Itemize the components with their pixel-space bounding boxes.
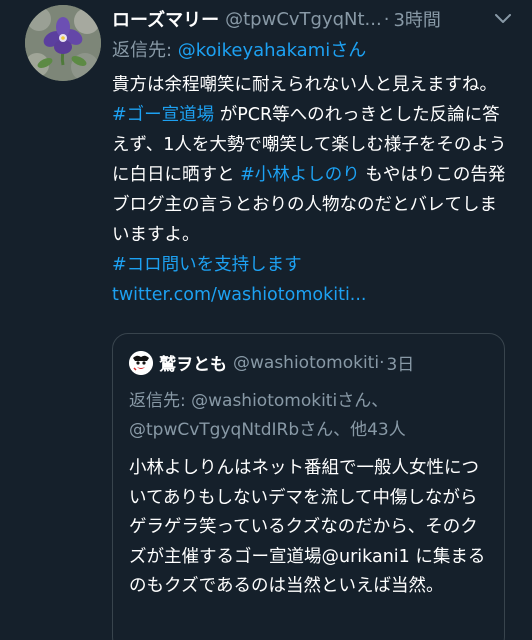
hashtag-link[interactable]: #コロ問いを支持します <box>112 255 302 275</box>
separator-dot: · <box>379 352 385 373</box>
quoted-display-name[interactable]: 鷲ヲとも <box>159 350 227 375</box>
quoted-tweet[interactable]: 鷲ヲとも @washiotomokiti · 3日 返信先: @washioto… <box>112 333 505 640</box>
reply-suffix: さん <box>330 40 367 61</box>
tweet-header: ローズマリー @tpwCvTgyqNt... · 3時間 <box>112 6 522 32</box>
reply-to-handle-link[interactable]: @koikeyahakami <box>178 40 330 61</box>
hashtag-link[interactable]: #小林よしのり <box>240 165 360 185</box>
timestamp[interactable]: 3時間 <box>393 6 440 32</box>
reply-prefix: 返信先: <box>112 40 178 61</box>
quoted-user-handle[interactable]: @washiotomokiti <box>233 353 379 373</box>
user-handle[interactable]: @tpwCvTgyqNt... <box>225 9 382 30</box>
quoted-tweet-header: 鷲ヲとも @washiotomokiti · 3日 <box>129 350 414 375</box>
tweet-text: 貴方は余程嘲笑に耐えられない人と見えますね。 #ゴー宣道場 がPCR等へのれっき… <box>112 70 512 310</box>
avatar[interactable] <box>25 5 101 81</box>
reply-to-line: 返信先: @koikeyahakamiさん <box>112 36 366 62</box>
hashtag-link[interactable]: #ゴー宣道場 <box>112 105 214 125</box>
avatar-flower-image <box>25 5 101 81</box>
quoted-tweet-text: 小林よしりんはネット番組で一般人女性についてありもしないデマを流して中傷しながら… <box>129 458 486 596</box>
tweet[interactable]: ローズマリー @tpwCvTgyqNt... · 3時間 返信先: @koike… <box>0 0 532 640</box>
quoted-reply-to-line: 返信先: @washiotomokitiさん、@tpwCvTgyqNtdIRbさ… <box>129 391 406 440</box>
separator-dot: · <box>383 8 390 30</box>
url-link[interactable]: twitter.com/washiotomokiti... <box>112 285 367 305</box>
quoted-avatar[interactable] <box>129 350 153 375</box>
display-name[interactable]: ローズマリー <box>112 6 219 32</box>
tweet-text-part-1: 貴方は余程嘲笑に耐えられない人と見えますね。 <box>112 75 497 95</box>
quoted-timestamp[interactable]: 3日 <box>386 350 414 375</box>
chevron-down-icon[interactable] <box>492 8 514 30</box>
